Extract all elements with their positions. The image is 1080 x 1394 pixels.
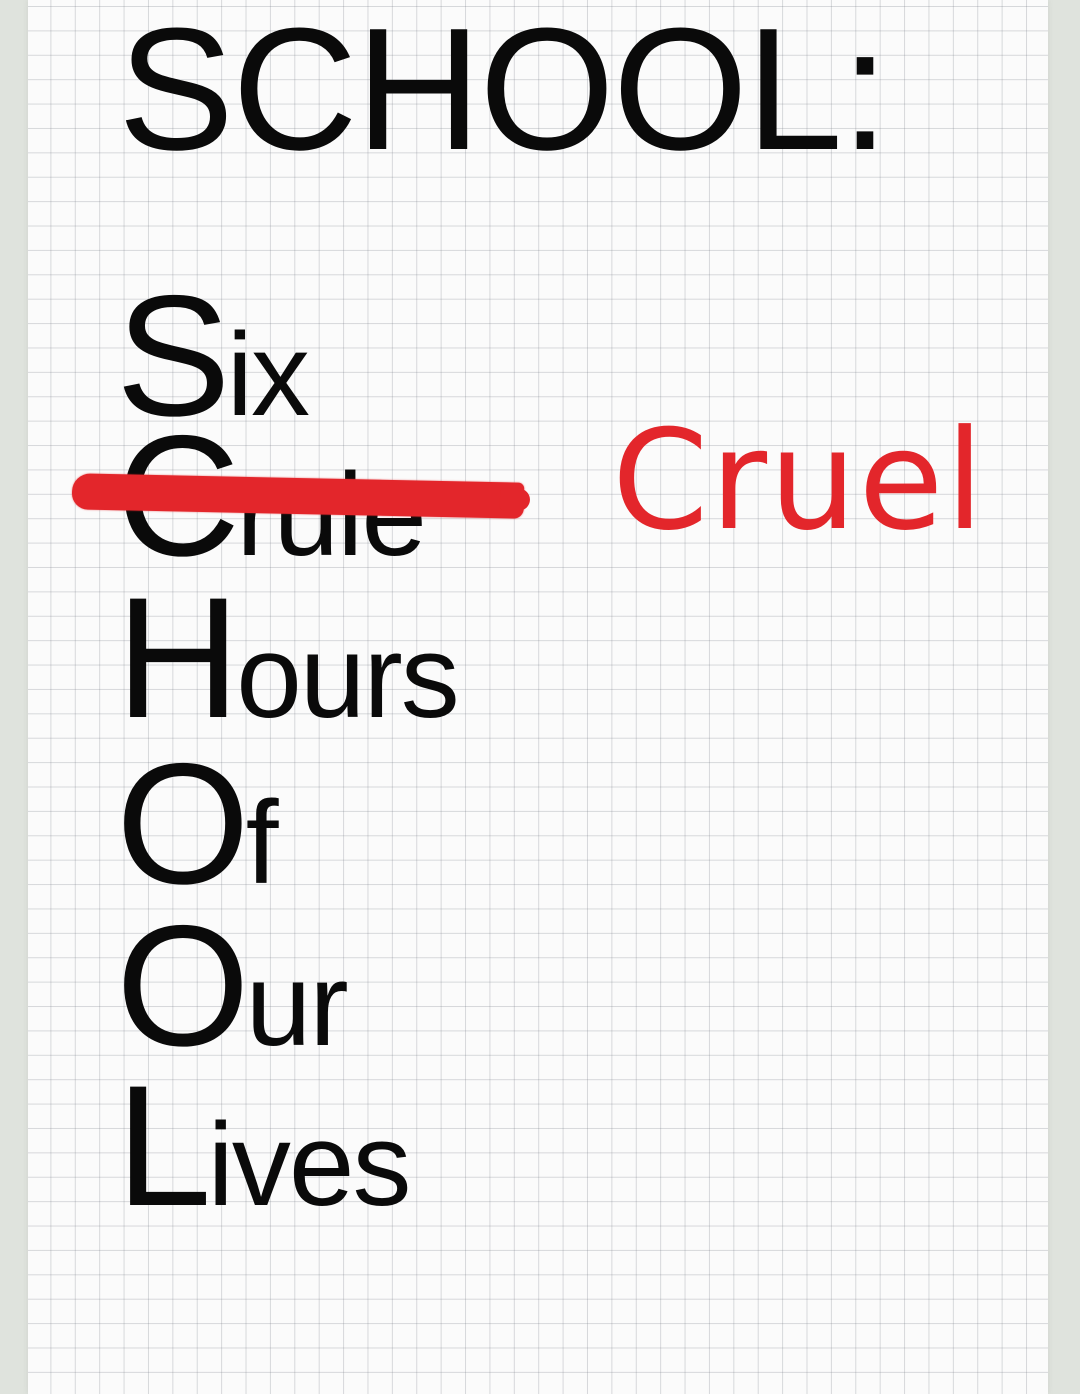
acronym-word-rest: f	[245, 777, 279, 909]
acronym-line-lives: Lives	[116, 1060, 412, 1232]
acronym-line-our: Our	[116, 900, 349, 1072]
title: SCHOOL:	[118, 0, 889, 186]
acronym-word-rest: ours	[236, 611, 460, 743]
acronym-line-of: Of	[116, 738, 279, 910]
struck-word: Crule	[71, 410, 525, 582]
acronym-line-hours: Hours	[116, 572, 460, 744]
acronym-word-rest: ur	[245, 939, 349, 1071]
acronym-word-rest: ives	[207, 1099, 412, 1231]
acronym-line-crule: Crule	[71, 410, 525, 582]
acronym-initial-l: L	[116, 1050, 212, 1242]
correction-text: Cruel	[612, 400, 986, 561]
acronym-initial-h: H	[116, 562, 240, 754]
